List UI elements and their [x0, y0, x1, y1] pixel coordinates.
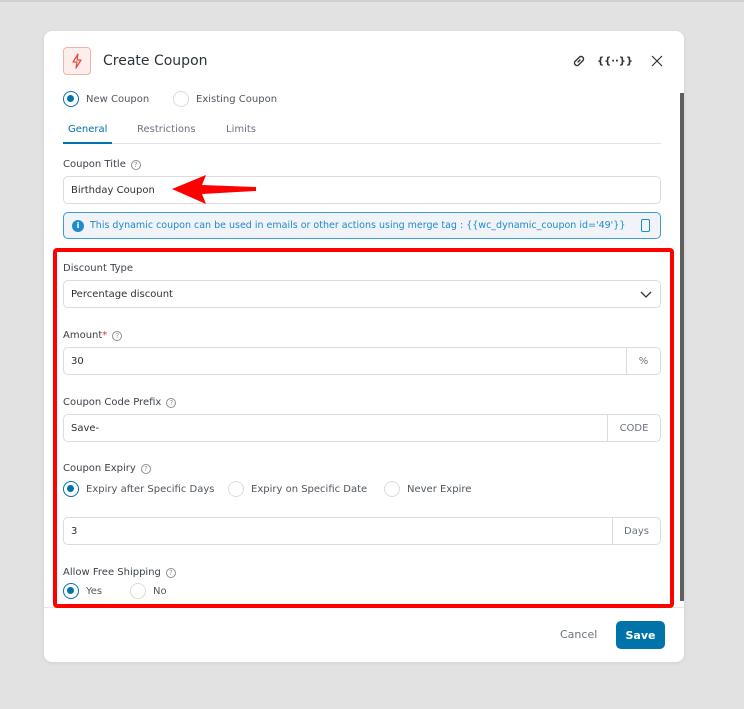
tab-restrictions[interactable]: Restrictions [137, 124, 196, 135]
expiry-suffix: Days [612, 518, 660, 544]
red-arrow-annotation [172, 175, 256, 204]
help-icon[interactable]: ? [112, 330, 123, 341]
label-text: Allow Free Shipping [63, 567, 161, 578]
radio-button[interactable] [384, 481, 400, 497]
radio-label: New Coupon [86, 93, 150, 105]
discount-type-label: Discount Type [63, 263, 134, 274]
coupon-title-input[interactable]: Birthday Coupon [63, 176, 661, 204]
info-text: This dynamic coupon can be used in email… [90, 220, 626, 231]
tab-limits[interactable]: Limits [226, 124, 256, 135]
prefix-input[interactable]: Save- CODE [63, 414, 661, 442]
merge-tag-info-banner: i This dynamic coupon can be used in ema… [63, 212, 661, 239]
input-value: 3 [71, 525, 78, 537]
amount-suffix: % [626, 348, 660, 374]
input-value: Save- [71, 422, 100, 434]
select-value: Percentage discount [71, 288, 173, 300]
label-text: Amount [63, 330, 103, 341]
radio-new-coupon[interactable]: New Coupon [63, 91, 149, 107]
radio-label: Yes [86, 585, 103, 597]
prefix-suffix: CODE [607, 415, 660, 441]
cancel-button[interactable]: Cancel [560, 628, 597, 641]
radio-shipping-no[interactable]: No [130, 583, 167, 599]
radio-label: Never Expire [407, 483, 472, 495]
help-icon[interactable]: ? [166, 397, 177, 408]
prefix-label: Coupon Code Prefix? [63, 397, 177, 408]
radio-button[interactable] [173, 91, 189, 107]
radio-button[interactable] [63, 583, 79, 599]
radio-label: Expiry on Specific Date [251, 483, 368, 495]
footer-divider [44, 607, 684, 608]
radio-button[interactable] [63, 481, 79, 497]
input-value: 30 [71, 355, 84, 367]
save-button[interactable]: Save [616, 621, 665, 649]
radio-expiry-days[interactable]: Expiry after Specific Days [63, 481, 214, 497]
amount-label: Amount*? [63, 330, 123, 341]
expiry-days-input[interactable]: 3 Days [63, 517, 661, 545]
amount-input[interactable]: 30% [63, 347, 661, 375]
radio-never-expire[interactable]: Never Expire [384, 481, 471, 497]
radio-existing-coupon[interactable]: Existing Coupon [173, 91, 277, 107]
radio-shipping-yes[interactable]: Yes [63, 583, 102, 599]
help-icon[interactable]: ? [165, 567, 176, 578]
page-top-border [0, 0, 744, 2]
radio-button[interactable] [63, 91, 79, 107]
merge-tag-icon[interactable]: {{··}} [597, 52, 633, 70]
help-icon[interactable]: ? [140, 463, 151, 474]
radio-label: No [153, 585, 167, 597]
required-mark: * [102, 330, 108, 341]
discount-type-select[interactable]: Percentage discount [63, 280, 661, 308]
copy-icon[interactable] [641, 219, 650, 232]
radio-button[interactable] [228, 481, 244, 497]
radio-label: Existing Coupon [196, 93, 278, 105]
bolt-icon [63, 47, 91, 75]
modal-title: Create Coupon [103, 53, 208, 69]
tab-general[interactable]: General [68, 124, 107, 135]
create-coupon-modal: Create Coupon {{··}} New Coupon Existing… [44, 31, 684, 662]
link-icon[interactable] [570, 52, 588, 70]
close-icon[interactable] [648, 52, 666, 70]
radio-expiry-date[interactable]: Expiry on Specific Date [228, 481, 367, 497]
coupon-title-label: Coupon Title? [63, 159, 141, 170]
chevron-down-icon [640, 291, 652, 298]
tab-divider [63, 143, 661, 144]
info-icon: i [72, 219, 84, 232]
radio-button[interactable] [130, 583, 146, 599]
scrollbar[interactable] [680, 93, 684, 601]
radio-label: Expiry after Specific Days [86, 483, 215, 495]
label-text: Coupon Expiry [63, 463, 136, 474]
active-tab-indicator [63, 142, 112, 144]
label-text: Coupon Title [63, 159, 126, 170]
expiry-label: Coupon Expiry? [63, 463, 151, 474]
help-icon[interactable]: ? [130, 159, 141, 170]
free-shipping-label: Allow Free Shipping? [63, 567, 176, 578]
label-text: Coupon Code Prefix [63, 397, 162, 408]
